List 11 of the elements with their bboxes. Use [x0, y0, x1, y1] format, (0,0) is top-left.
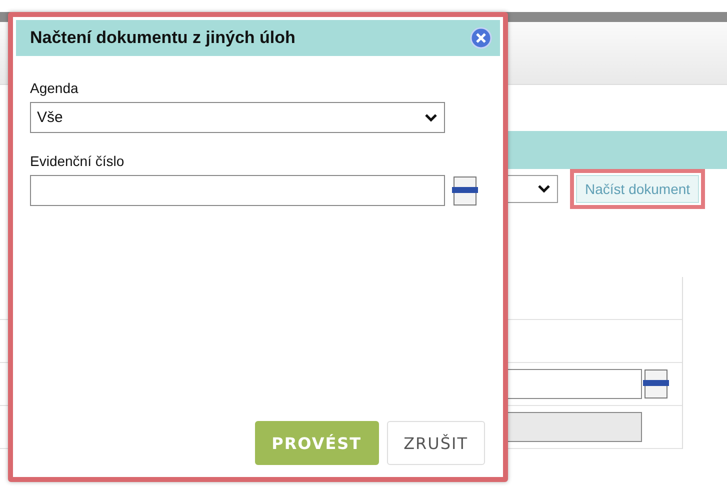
- close-icon[interactable]: [470, 27, 492, 49]
- dialog-title: Načtení dokumentu z jiných úloh: [30, 28, 296, 48]
- select-field[interactable]: Vše: [30, 102, 445, 133]
- list-icon[interactable]: [451, 176, 479, 206]
- chevron-icon: [537, 184, 551, 194]
- field-label: Evidenční číslo: [30, 153, 126, 169]
- list-icon[interactable]: [642, 369, 670, 399]
- field-label: Agenda: [30, 80, 80, 96]
- chevron-icon: [424, 112, 438, 122]
- input-field[interactable]: [30, 175, 445, 206]
- cancel-button[interactable]: ZRUŠIT: [386, 421, 485, 465]
